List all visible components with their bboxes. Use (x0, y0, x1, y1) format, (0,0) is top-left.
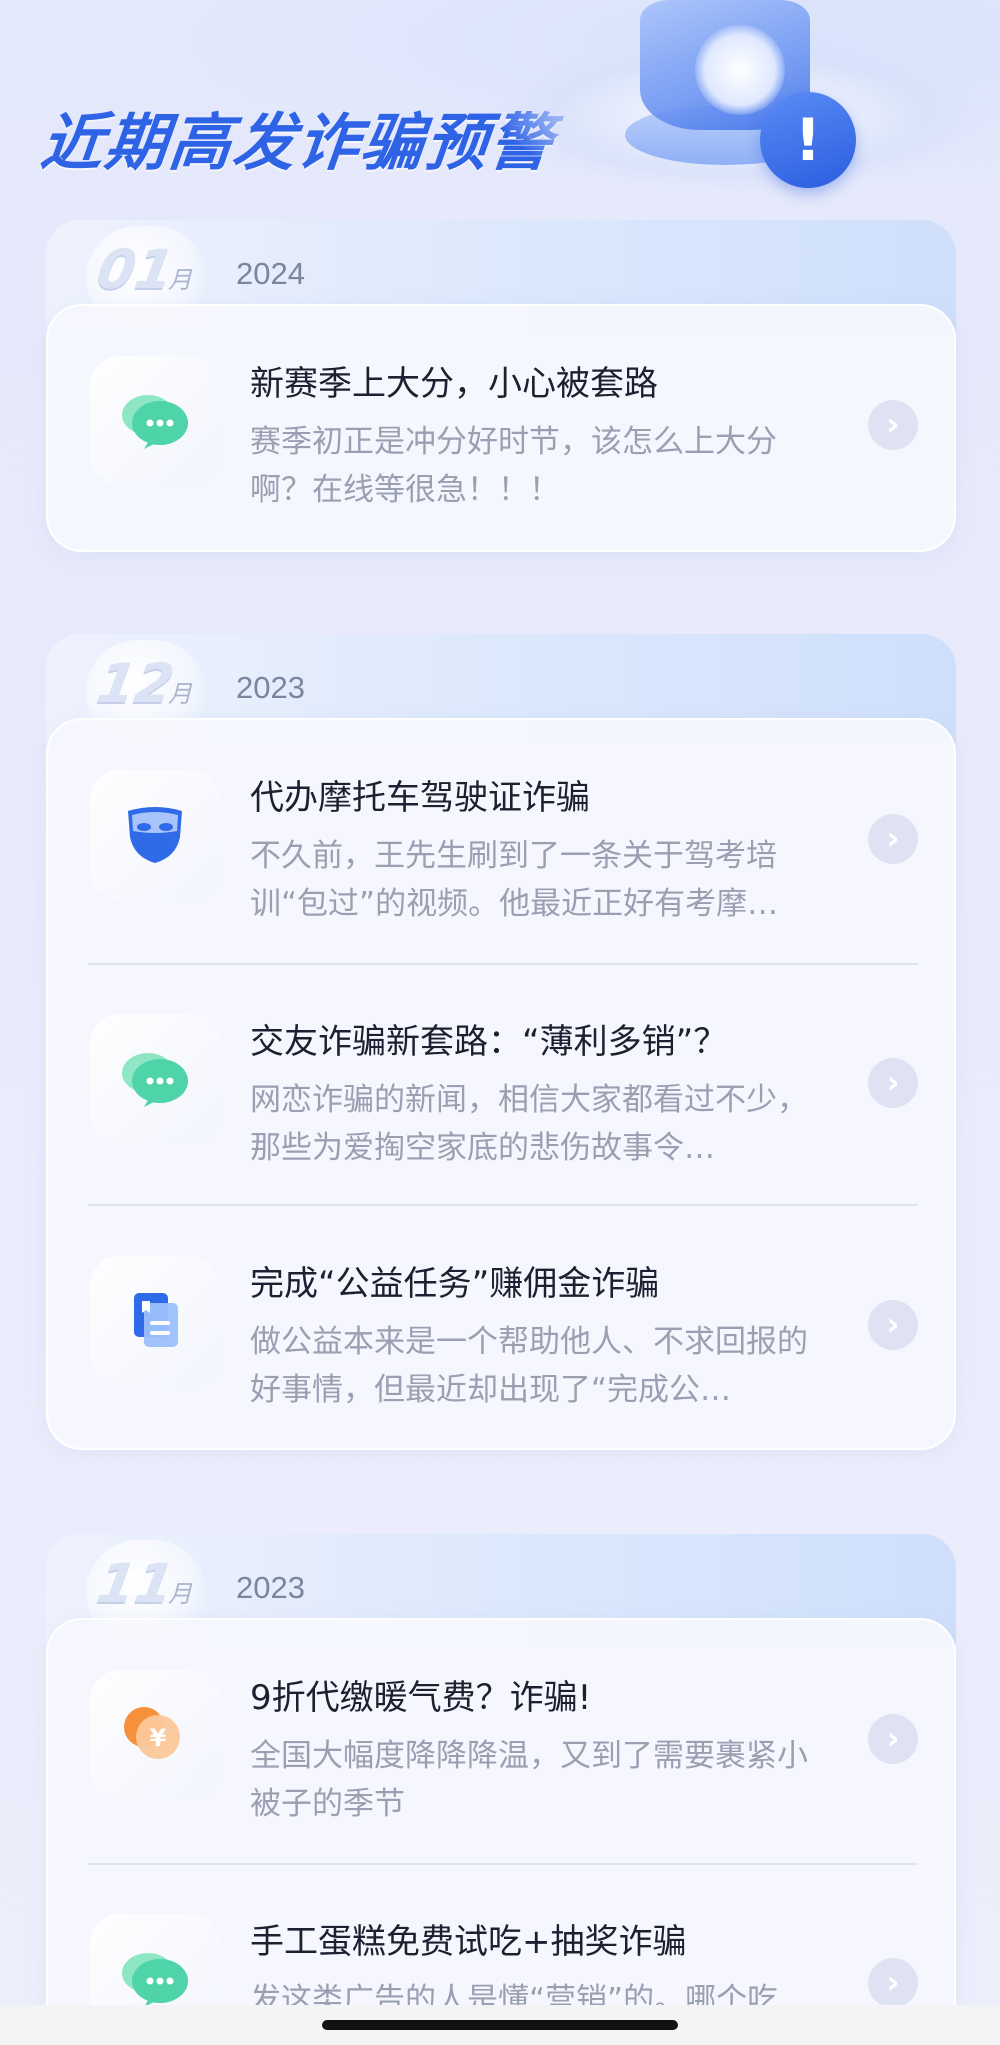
month-number: 01 (92, 238, 179, 301)
alert-item[interactable]: ¥ 9折代缴暖气费？诈骗! 全国大幅度降降降温，又到了需要裹紧小被子的季节 › (48, 1620, 958, 1862)
document-icon (134, 1293, 178, 1347)
alarm-illustration: ! (480, 0, 1000, 215)
alert-title: 代办摩托车驾驶证诈骗 (250, 778, 590, 818)
svg-text:¥: ¥ (150, 1724, 167, 1752)
month-section-2024-01: 01 月 2024 新赛季上大分，小心被套路 赛季初正是冲分好时节，该怎么上大分… (46, 220, 956, 560)
alert-description: 赛季初正是冲分好时节，该怎么上大分啊？在线等很急！！！ (250, 424, 777, 508)
chat-bubble-icon (122, 395, 188, 449)
alarm-light (695, 25, 785, 115)
month-unit: 月 (168, 266, 192, 294)
chat-bubble-icon (122, 1953, 188, 2007)
alert-card: ¥ 9折代缴暖气费？诈骗! 全国大幅度降降降温，又到了需要裹紧小被子的季节 › … (46, 1618, 956, 2045)
alert-item[interactable]: 完成“公益任务”赚佣金诈骗 做公益本来是一个帮助他人、不求回报的好事情，但最近却… (48, 1206, 958, 1448)
month-number: 12 (92, 652, 179, 715)
home-indicator[interactable] (322, 2020, 678, 2030)
alert-card: 代办摩托车驾驶证诈骗 不久前，王先生刷到了一条关于驾考培训“包过”的视频。他最近… (46, 718, 956, 1450)
alert-item[interactable]: 代办摩托车驾驶证诈骗 不久前，王先生刷到了一条关于驾考培训“包过”的视频。他最近… (48, 720, 958, 962)
chevron-right-icon[interactable]: › (868, 814, 918, 864)
chevron-right-icon[interactable]: › (868, 400, 918, 450)
chevron-right-icon[interactable]: › (868, 1958, 918, 2008)
alert-description: 网恋诈骗的新闻，相信大家都看过不少，那些为爱掏空家底的悲伤故事令… (250, 1082, 808, 1166)
alert-title: 9折代缴暖气费？诈骗! (250, 1678, 592, 1718)
coin-icon: ¥ (124, 1707, 180, 1759)
month-number: 11 (92, 1552, 179, 1615)
alert-description: 做公益本来是一个帮助他人、不求回报的好事情，但最近却出现了“完成公… (250, 1324, 808, 1408)
month-section-2023-11: 11 月 2023 ¥ 9折代缴暖气费？诈骗! 全国大幅度降降降温，又到了需要裹… (46, 1534, 956, 2045)
alert-item[interactable]: 新赛季上大分，小心被套路 赛季初正是冲分好时节，该怎么上大分啊？在线等很急！！！… (48, 306, 958, 548)
exclamation-icon: ! (760, 92, 856, 188)
year-label: 2023 (236, 1570, 305, 1605)
year-label: 2023 (236, 670, 305, 705)
alert-title: 新赛季上大分，小心被套路 (250, 364, 658, 404)
alert-title: 完成“公益任务”赚佣金诈骗 (250, 1264, 660, 1304)
chevron-right-icon[interactable]: › (868, 1714, 918, 1764)
alert-title: 手工蛋糕免费试吃+抽奖诈骗 (250, 1922, 687, 1962)
month-unit: 月 (168, 1580, 192, 1608)
alert-title: 交友诈骗新套路：“薄利多销”？ (250, 1022, 728, 1062)
alert-card: 新赛季上大分，小心被套路 赛季初正是冲分好时节，该怎么上大分啊？在线等很急！！！… (46, 304, 956, 552)
chat-bubble-icon (122, 1053, 188, 1107)
alert-item[interactable]: 交友诈骗新套路：“薄利多销”？ 网恋诈骗的新闻，相信大家都看过不少，那些为爱掏空… (48, 964, 958, 1206)
mask-icon (128, 807, 182, 863)
month-unit: 月 (168, 680, 192, 708)
alert-description: 不久前，王先生刷到了一条关于驾考培训“包过”的视频。他最近正好有考摩… (250, 838, 779, 922)
chevron-right-icon[interactable]: › (868, 1058, 918, 1108)
chevron-right-icon[interactable]: › (868, 1300, 918, 1350)
month-section-2023-12: 12 月 2023 代办摩托车驾驶证诈骗 不久前，王先生刷到了一条关于驾考培训“… (46, 634, 956, 1454)
alert-description: 全国大幅度降降降温，又到了需要裹紧小被子的季节 (250, 1738, 808, 1822)
year-label: 2024 (236, 256, 305, 291)
